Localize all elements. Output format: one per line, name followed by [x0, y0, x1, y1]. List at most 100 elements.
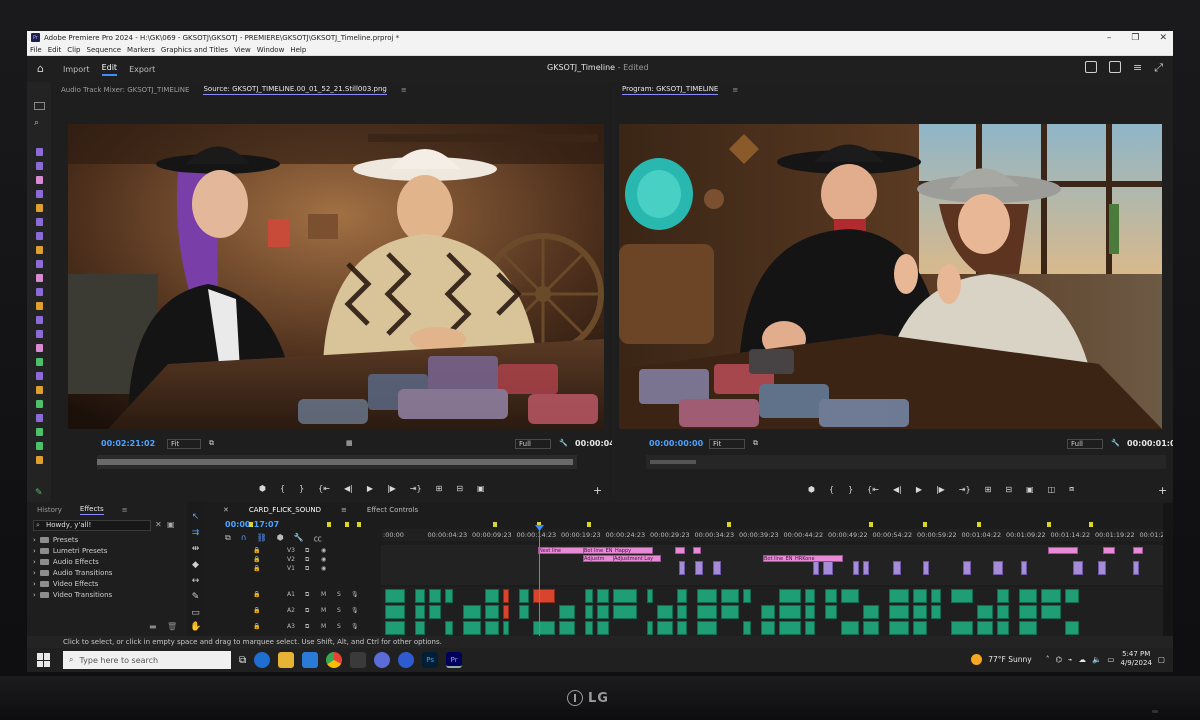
- graphic-clip[interactable]: Adjustment Lay: [613, 555, 661, 562]
- program-timecode[interactable]: 00:00:00:00: [649, 439, 703, 448]
- graphic-clip[interactable]: [693, 547, 701, 554]
- video-clip[interactable]: [823, 561, 833, 575]
- linked-select-icon[interactable]: ⛓: [257, 533, 267, 544]
- label-swatch[interactable]: [36, 260, 43, 268]
- audio-clip[interactable]: [697, 605, 717, 619]
- taskbar-search[interactable]: ⌕ Type here to search: [63, 651, 231, 669]
- audio-clip[interactable]: [533, 589, 555, 603]
- mic-icon[interactable]: 🎙: [351, 623, 359, 630]
- graphic-clip[interactable]: Nest line: [538, 547, 588, 554]
- workspaces-menu-icon[interactable]: ≡: [1133, 61, 1142, 75]
- snap-icon[interactable]: ∩: [241, 533, 247, 544]
- chevron-up-icon[interactable]: ˄: [1046, 655, 1050, 664]
- audio-clip[interactable]: [825, 605, 837, 619]
- mic-icon[interactable]: 🎙: [351, 607, 359, 614]
- label-swatch[interactable]: [36, 316, 43, 324]
- audio-clip[interactable]: [1019, 621, 1037, 635]
- program-video[interactable]: [619, 124, 1162, 429]
- audio-clip[interactable]: [519, 589, 529, 603]
- windows-start-icon[interactable]: [37, 653, 51, 667]
- audio-clip[interactable]: [463, 605, 481, 619]
- prog-mark-out-icon[interactable]: }: [848, 485, 853, 494]
- compare-icon[interactable]: ◫: [1048, 485, 1056, 494]
- timeline-settings-icon[interactable]: 🔧: [294, 533, 304, 544]
- audio-clip[interactable]: [779, 589, 801, 603]
- label-swatch[interactable]: [36, 232, 43, 240]
- timeline-marker[interactable]: [923, 522, 927, 527]
- audio-clip[interactable]: [997, 605, 1009, 619]
- audio-clip[interactable]: [931, 589, 941, 603]
- audio-clip[interactable]: [721, 589, 739, 603]
- program-wrench-icon[interactable]: 🔧: [1111, 439, 1120, 447]
- battery-icon[interactable]: ▭: [1107, 655, 1114, 664]
- lock-icon[interactable]: 🔒: [253, 623, 260, 630]
- audio-clip[interactable]: [647, 621, 653, 635]
- source-video[interactable]: [68, 124, 604, 429]
- timeline-marker[interactable]: [327, 522, 331, 527]
- insert-icon[interactable]: ⊞: [436, 484, 443, 493]
- maximize-button[interactable]: ❐: [1131, 33, 1139, 43]
- label-swatch[interactable]: [36, 456, 43, 464]
- export-frame-icon[interactable]: ▣: [477, 484, 485, 493]
- audio-clip[interactable]: [613, 605, 637, 619]
- sync-lock-icon[interactable]: ⧉: [305, 607, 309, 615]
- audio-clip[interactable]: [761, 621, 775, 635]
- ripple-edit-tool-icon[interactable]: ⇹: [190, 544, 201, 555]
- effects-menu-icon[interactable]: ≡: [122, 506, 128, 514]
- label-swatch[interactable]: [36, 358, 43, 366]
- audio-clip[interactable]: [841, 621, 859, 635]
- minimize-button[interactable]: –: [1107, 33, 1112, 43]
- eye-icon[interactable]: ◉: [321, 547, 326, 554]
- home-icon[interactable]: ⌂: [37, 63, 49, 75]
- audio-clip[interactable]: [697, 589, 717, 603]
- track-select-tool-icon[interactable]: ⇉: [190, 528, 201, 539]
- prog-add-marker-icon[interactable]: ⬢: [808, 485, 815, 494]
- lock-icon[interactable]: 🔒: [253, 547, 260, 554]
- label-swatch[interactable]: [36, 428, 43, 436]
- menu-sequence[interactable]: Sequence: [87, 46, 122, 54]
- source-menu-icon[interactable]: ≡: [401, 86, 407, 94]
- accelerated-effects-icon[interactable]: ▣: [167, 520, 175, 529]
- fx-video-transitions[interactable]: › Video Transitions: [33, 591, 112, 599]
- track-header-v1[interactable]: 🔒 V1 ⧉ ◉: [205, 565, 383, 581]
- program-resolution-dropdown[interactable]: Full: [1067, 439, 1103, 449]
- go-to-out-icon[interactable]: ⇥}: [410, 484, 422, 493]
- timeline-marker[interactable]: [587, 522, 591, 527]
- prog-go-to-out-icon[interactable]: ⇥}: [959, 485, 971, 494]
- audio-clip[interactable]: [743, 589, 751, 603]
- audio-clip[interactable]: [415, 589, 425, 603]
- tab-effect-controls[interactable]: Effect Controls: [367, 506, 418, 514]
- task-view-icon[interactable]: ⧉: [239, 655, 246, 666]
- notification-icon[interactable]: ▢: [1158, 655, 1165, 664]
- tab-effects[interactable]: Effects: [79, 505, 104, 515]
- audio-clip[interactable]: [559, 621, 575, 635]
- mail-icon[interactable]: [302, 652, 319, 668]
- audio-clip[interactable]: [429, 589, 441, 603]
- mark-in-icon[interactable]: {: [280, 484, 285, 493]
- label-swatch[interactable]: [36, 344, 43, 352]
- menu-help[interactable]: Help: [290, 46, 306, 54]
- audio-clip[interactable]: [585, 621, 593, 635]
- audio-clip[interactable]: [779, 621, 801, 635]
- audio-clip[interactable]: [997, 589, 1009, 603]
- store-icon[interactable]: [350, 652, 367, 668]
- tab-import[interactable]: Import: [63, 65, 90, 74]
- audio-clip[interactable]: [913, 589, 927, 603]
- timeline-marker[interactable]: [357, 522, 361, 527]
- audio-clip[interactable]: [597, 605, 609, 619]
- audio-clip[interactable]: [805, 605, 815, 619]
- nest-icon[interactable]: ⧉: [225, 533, 231, 544]
- audio-clip[interactable]: [913, 605, 927, 619]
- label-swatch[interactable]: [36, 414, 43, 422]
- graphic-clip[interactable]: [675, 547, 685, 554]
- graphic-clip[interactable]: [1133, 547, 1143, 554]
- folder-icon[interactable]: [34, 102, 45, 110]
- audio-clip[interactable]: [863, 621, 879, 635]
- audio-clip[interactable]: [977, 605, 993, 619]
- timeline-marker[interactable]: [249, 522, 253, 527]
- timeline-marker[interactable]: [1089, 522, 1093, 527]
- menu-graphics[interactable]: Graphics and Titles: [161, 46, 228, 54]
- photoshop-icon[interactable]: Ps: [422, 652, 439, 668]
- label-swatch[interactable]: [36, 442, 43, 450]
- video-clip[interactable]: [863, 561, 869, 575]
